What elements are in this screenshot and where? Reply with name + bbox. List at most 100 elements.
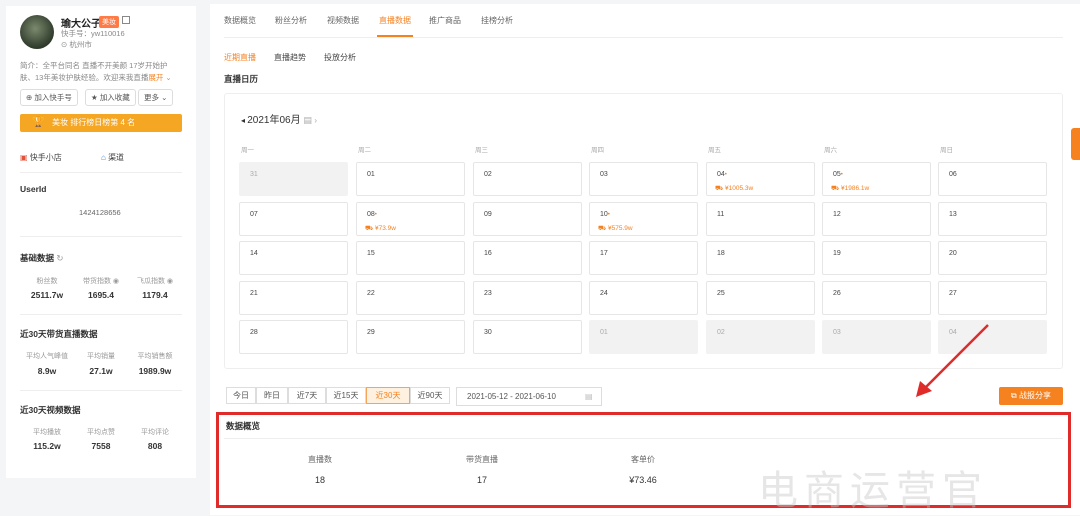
tab-fans[interactable]: 粉丝分析	[275, 15, 307, 26]
subtab-recent[interactable]: 近期直播	[224, 52, 256, 63]
calendar-day[interactable]: 02	[473, 162, 582, 196]
store-link[interactable]: ⌂ 渠道	[101, 152, 124, 163]
calendar-day[interactable]: 15	[356, 241, 465, 275]
favorite-button[interactable]: ★ 加入收藏	[85, 89, 136, 106]
share-label: 战报分享	[1018, 391, 1051, 400]
day-number: 24	[600, 290, 608, 297]
day-number-text: 20	[949, 250, 957, 257]
day-number: 08•	[367, 211, 377, 218]
calendar-day[interactable]: 01	[589, 320, 698, 354]
range-button[interactable]: 近15天	[326, 387, 366, 404]
share-icon: ⧉	[1011, 391, 1019, 400]
calendar-day[interactable]: 29	[356, 320, 465, 354]
tab-live[interactable]: 直播数据	[379, 15, 411, 26]
calendar-day[interactable]: 17	[589, 241, 698, 275]
calendar-icon[interactable]: ▤	[303, 115, 314, 125]
range-button[interactable]: 近30天	[366, 387, 410, 404]
divider	[20, 236, 182, 237]
rank-banner[interactable]: 🏆 美妆 排行榜日榜第 4 名	[20, 114, 182, 132]
tab-rank[interactable]: 挂榜分析	[481, 15, 513, 26]
day-number-text: 03	[600, 171, 608, 178]
calendar-day[interactable]: 08• ⛟ ¥73.9w	[356, 201, 465, 236]
calendar-day[interactable]: 22	[356, 280, 465, 315]
userid-title: UserId	[20, 184, 47, 194]
calendar-day[interactable]: 04• ⛟ ¥1005.3w	[706, 162, 815, 196]
calendar-day[interactable]: 25	[706, 280, 815, 315]
date-range-picker[interactable]: 2021-05-12 - 2021-06-10 ▤	[456, 387, 602, 406]
day-number-text: 10	[600, 210, 608, 218]
calendar-day[interactable]: 01	[356, 162, 465, 196]
subtab-ads[interactable]: 投放分析	[324, 52, 356, 63]
day-number-text: 24	[600, 289, 608, 297]
calendar-day[interactable]: 07	[239, 201, 348, 236]
qrcode-icon[interactable]	[122, 16, 130, 24]
calendar-day[interactable]: 23	[473, 280, 582, 315]
help-icon[interactable]: ◉	[165, 278, 173, 285]
chevron-right-icon[interactable]: ›	[314, 116, 317, 125]
calendar-day[interactable]: 16	[473, 241, 582, 275]
day-number: 06	[949, 171, 957, 178]
avatar[interactable]	[20, 15, 54, 49]
tab-overview[interactable]: 数据概览	[224, 15, 256, 26]
calendar-day[interactable]: 28	[239, 320, 348, 354]
follow-button[interactable]: ⊕ 加入快手号	[20, 89, 78, 106]
overview-value: 17	[476, 475, 487, 485]
side-float-tab[interactable]	[1071, 128, 1080, 160]
date-range-text: 2021-05-12 - 2021-06-10	[467, 392, 556, 401]
day-number: 21	[250, 290, 258, 297]
intro-line-2: 肤、13年美妆护肤经验。欢迎来我直播	[20, 73, 149, 82]
range-button[interactable]: 今日	[226, 387, 256, 404]
expand-link[interactable]: 展开	[148, 73, 163, 82]
calendar-day[interactable]: 31	[239, 162, 348, 196]
calendar-day[interactable]: 12	[822, 201, 931, 236]
calendar-day[interactable]: 05• ⛟ ¥1986.1w	[822, 162, 931, 196]
calendar-day[interactable]: 21	[239, 280, 348, 315]
calendar-day[interactable]: 20	[938, 241, 1047, 275]
refresh-icon[interactable]: ↻	[54, 253, 63, 263]
calendar-day[interactable]: 30	[473, 320, 582, 354]
category-badge: 美妆	[99, 16, 119, 28]
range-button[interactable]: 昨日	[256, 387, 288, 404]
month-nav: ◂ 2021年06月 ▤ ›	[241, 111, 317, 126]
day-number: 05•	[833, 171, 843, 178]
calendar-day[interactable]: 26	[822, 280, 931, 315]
day-number-text: 08	[367, 210, 375, 218]
intro-line-1: 简介：全平台同名 直播不开美颜 17岁开始护	[20, 61, 168, 70]
calendar-day[interactable]: 11	[706, 201, 815, 236]
favorite-label: 加入收藏	[99, 93, 130, 102]
calendar-day[interactable]: 09	[473, 201, 582, 236]
calendar-day[interactable]: 18	[706, 241, 815, 275]
shop-link[interactable]: ▣ 快手小店	[20, 152, 62, 163]
sales-index-value: 1695.4	[88, 290, 114, 300]
subtab-trend[interactable]: 直播趋势	[274, 52, 306, 63]
range-button[interactable]: 近7天	[288, 387, 326, 404]
day-number-text: 19	[833, 250, 841, 257]
calendar-day[interactable]: 24	[589, 280, 698, 315]
divider	[20, 172, 182, 173]
help-icon[interactable]: ◉	[111, 278, 119, 285]
divider	[224, 438, 1063, 439]
calendar-day[interactable]: 13	[938, 201, 1047, 236]
calendar-day[interactable]: 06	[938, 162, 1047, 196]
day-number: 04•	[717, 171, 727, 178]
calendar-day[interactable]: 19	[822, 241, 931, 275]
day-number-text: 16	[484, 250, 492, 257]
month-label[interactable]: 2021年06月	[247, 115, 300, 126]
day-number: 10•	[600, 211, 610, 218]
calendar-day[interactable]: 03	[589, 162, 698, 196]
day-number: 17	[600, 250, 608, 257]
stat-label-text: 飞瓜指数	[136, 278, 165, 285]
more-button[interactable]: 更多 ⌄	[138, 89, 174, 106]
range-button[interactable]: 近90天	[410, 387, 450, 404]
day-number-text: 31	[250, 171, 258, 178]
tab-video[interactable]: 视频数据	[327, 15, 359, 26]
day-number-text: 03	[833, 329, 841, 336]
calendar-day[interactable]: 27	[938, 280, 1047, 315]
chevron-down-icon: ⌄	[163, 73, 172, 82]
trophy-icon: 🏆	[32, 117, 45, 128]
tab-products[interactable]: 推广商品	[429, 15, 461, 26]
share-button[interactable]: ⧉ 战报分享	[999, 387, 1063, 405]
calendar-day[interactable]: 14	[239, 241, 348, 275]
calendar-day[interactable]: 10• ⛟ ¥575.9w	[589, 201, 698, 236]
calendar-day[interactable]: 02	[706, 320, 815, 354]
